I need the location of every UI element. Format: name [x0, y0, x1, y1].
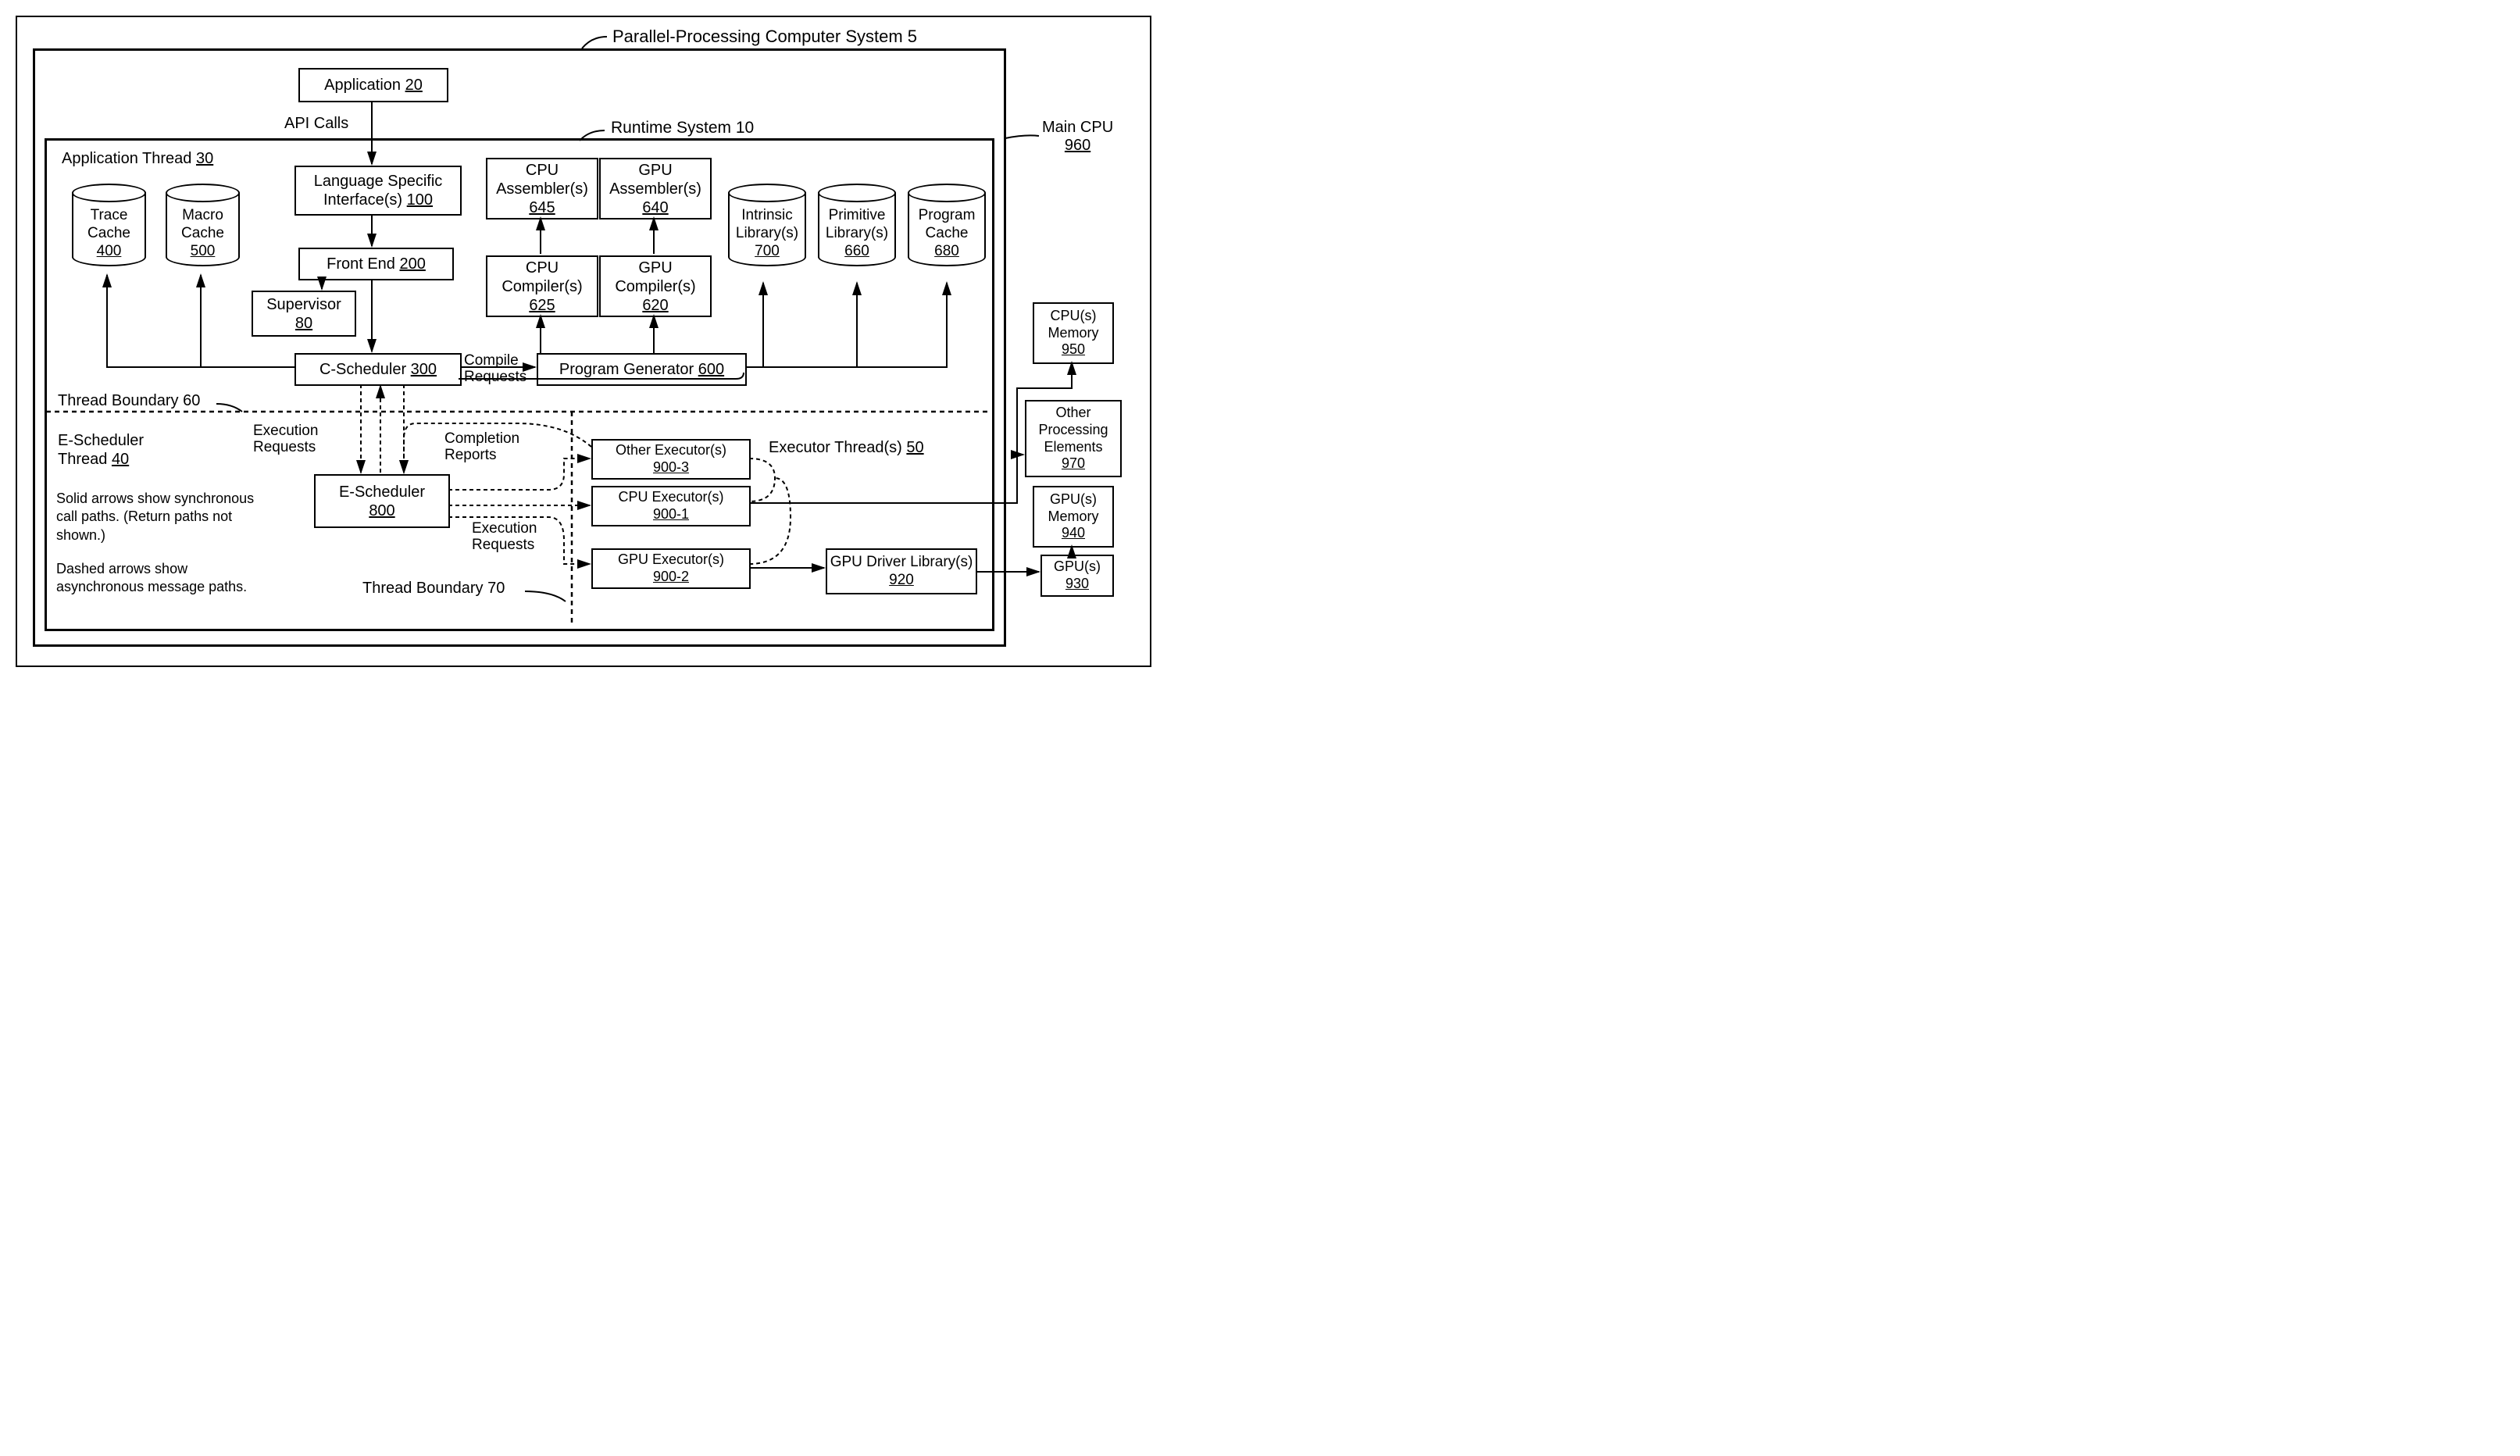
exec-req-bot-label: ExecutionRequests: [470, 521, 538, 554]
lang-spec-box: Language Specific Interface(s) 100: [294, 166, 462, 216]
gpus-box: GPU(s) 930: [1040, 555, 1114, 597]
exec-req-top-label: ExecutionRequests: [252, 423, 319, 456]
program-cache-cyl: Program Cache 680: [908, 193, 986, 266]
cpus-memory-box: CPU(s) Memory 950: [1033, 302, 1114, 364]
diagram-root: Parallel-Processing Computer System 5 Ma…: [16, 16, 1151, 667]
cpu-comp-box: CPU Compiler(s) 625: [486, 255, 598, 317]
gpu-asm-box: GPU Assembler(s) 640: [599, 158, 712, 219]
primitive-lib-cyl: Primitive Library(s) 660: [818, 193, 896, 266]
other-exec-box: Other Executor(s) 900-3: [591, 439, 751, 480]
cpu-exec-box: CPU Executor(s) 900-1: [591, 486, 751, 526]
api-calls-label: API Calls: [283, 115, 350, 133]
gpu-driver-box: GPU Driver Library(s) 920: [826, 548, 977, 594]
application-box: Application 20: [298, 68, 448, 102]
thread-boundary-60-label: Thread Boundary 60: [56, 392, 202, 410]
executor-threads-label: Executor Thread(s) 50: [767, 439, 926, 457]
macro-cache-cyl: Macro Cache 500: [166, 193, 240, 266]
gpu-exec-box: GPU Executor(s) 900-2: [591, 548, 751, 589]
note-async: Dashed arrows show asynchronous message …: [56, 560, 259, 597]
front-end-box: Front End 200: [298, 248, 454, 280]
main-cpu-text: Main CPU: [1042, 119, 1113, 136]
main-cpu-num: 960: [1065, 137, 1090, 154]
other-proc-box: Other Processing Elements 970: [1025, 400, 1122, 477]
note-sync: Solid arrows show synchronous call paths…: [56, 490, 259, 544]
thread-boundary-70-label: Thread Boundary 70: [361, 580, 506, 598]
cpu-asm-box: CPU Assembler(s) 645: [486, 158, 598, 219]
runtime-label: Runtime System 10: [609, 119, 755, 137]
system-title: Parallel-Processing Computer System 5: [611, 27, 919, 47]
intrinsic-lib-cyl: Intrinsic Library(s) 700: [728, 193, 806, 266]
main-cpu-label: Main CPU 960: [1040, 119, 1115, 155]
e-sched-thread-label: E-SchedulerThread 40: [56, 431, 145, 469]
trace-cache-cyl: Trace Cache 400: [72, 193, 146, 266]
app-thread-label: Application Thread 30: [60, 150, 215, 168]
completion-reports-label: CompletionReports: [443, 431, 521, 464]
gpus-memory-box: GPU(s) Memory 940: [1033, 486, 1114, 548]
e-scheduler-box: E-Scheduler 800: [314, 474, 450, 528]
compile-req-label: CompileRequests: [462, 353, 528, 386]
supervisor-box: Supervisor 80: [252, 291, 356, 337]
gpu-comp-box: GPU Compiler(s) 620: [599, 255, 712, 317]
c-scheduler-box: C-Scheduler 300: [294, 353, 462, 386]
prog-gen-box: Program Generator 600: [537, 353, 747, 386]
